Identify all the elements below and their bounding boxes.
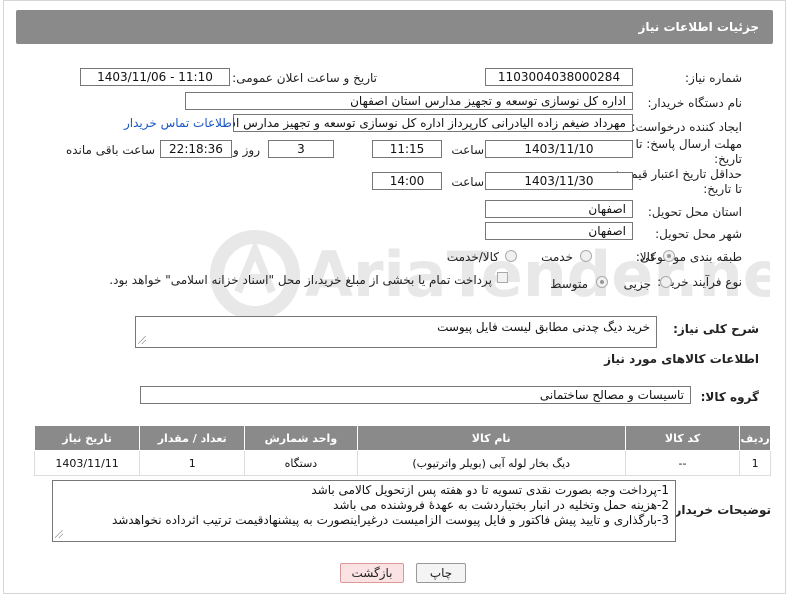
col-header-date: تاریخ نیاز <box>33 425 141 451</box>
reply-date-field: 1403/11/10 <box>485 140 633 158</box>
announce-label: تاریخ و ساعت اعلان عمومی: <box>232 71 377 85</box>
validity-time-label: ساعت <box>451 175 484 189</box>
col-header-row: ردیف <box>739 425 771 451</box>
buyer-field: اداره کل نوسازی توسعه و تجهیز مدارس استا… <box>185 92 633 110</box>
category-option-service: خدمت <box>541 250 573 264</box>
reply-time-label: ساعت <box>451 143 484 157</box>
province-field: اصفهان <box>485 200 633 218</box>
buyer-contact-link[interactable]: اطلاعات تماس خریدار <box>124 116 235 130</box>
category-radio-service[interactable] <box>580 250 592 262</box>
creator-label: ایجاد کننده درخواست: <box>631 120 742 134</box>
buyer-note-line-1: 1-پرداخت وجه بصورت نقدی تسویه تا دو هفته… <box>311 483 669 497</box>
resize-grip-icon <box>138 336 146 344</box>
validity-time-field: 14:00 <box>372 172 442 190</box>
reply-deadline-label: مهلت ارسال پاسخ: تا تاریخ: <box>635 137 742 166</box>
description-label: شرح کلی نیاز: <box>673 322 759 336</box>
category-radio-both[interactable] <box>505 250 517 262</box>
province-label: استان محل تحویل: <box>647 205 742 219</box>
table-row: 1 -- دیگ بخار لوله آبی (بویلر واترتیوب) … <box>33 450 771 476</box>
table-header-row: ردیف کد کالا نام کالا واحد شمارش تعداد /… <box>33 425 771 451</box>
cell-date: 1403/11/11 <box>33 450 141 476</box>
city-field: اصفهان <box>485 222 633 240</box>
announce-field: 1403/11/06 - 11:10 <box>80 68 230 86</box>
days-label: روز و <box>233 143 260 157</box>
purchase-radio-medium[interactable] <box>596 276 608 288</box>
category-radio-goods[interactable] <box>663 250 675 262</box>
buyer-notes-textarea[interactable]: 1-پرداخت وجه بصورت نقدی تسویه تا دو هفته… <box>52 480 676 542</box>
validity-date-field: 1403/11/30 <box>485 172 633 190</box>
purchase-option-medium: متوسط <box>550 277 588 291</box>
reply-time-field: 11:15 <box>372 140 442 158</box>
treasury-bond-note: پرداخت تمام یا بخشی از مبلغ خرید،از محل … <box>109 273 492 287</box>
print-button[interactable]: چاپ <box>416 563 466 583</box>
buyer-label: نام دستگاه خریدار: <box>647 96 743 110</box>
city-label: شهر محل تحویل: <box>655 227 742 241</box>
col-header-qty: تعداد / مقدار <box>139 425 246 451</box>
treasury-bond-checkbox[interactable] <box>497 272 508 283</box>
remaining-time-field: 22:18:36 <box>160 140 232 158</box>
cell-name: دیگ بخار لوله آبی (بویلر واترتیوب) <box>356 450 626 476</box>
page-header: جزئیات اطلاعات نیاز <box>16 10 773 44</box>
col-header-name: نام کالا <box>356 425 626 451</box>
cell-qty: 1 <box>139 450 246 476</box>
need-number-label: شماره نیاز: <box>685 71 742 85</box>
goods-table: ردیف کد کالا نام کالا واحد شمارش تعداد /… <box>33 425 771 476</box>
creator-field: مهرداد ضیغم زاده الیادرانی کارپرداز ادار… <box>233 114 633 132</box>
remaining-label: ساعت باقی مانده <box>65 143 155 157</box>
buyer-notes-label: توضیحات خریدار: <box>669 503 771 517</box>
cell-row-number: 1 <box>739 450 771 476</box>
category-option-goods: کالا <box>639 250 656 264</box>
purchase-option-minor: جزیی <box>623 277 651 291</box>
notes-resize-grip-icon <box>55 530 63 538</box>
need-number-field: 1103004038000284 <box>485 68 633 86</box>
back-button[interactable]: بازگشت <box>340 563 404 583</box>
buyer-note-line-3: 3-بارگذاری و تایید پیش فاکتور و فایل پیو… <box>111 513 669 527</box>
goods-group-label: گروه کالا: <box>700 390 759 404</box>
buyer-note-line-2: 2-هزینه حمل وتخلیه در انبار بختیاردشت به… <box>333 498 669 512</box>
col-header-code: کد کالا <box>624 425 741 451</box>
goods-group-field: تاسیسات و مصالح ساختمانی <box>140 386 691 404</box>
cell-unit: دستگاه <box>244 450 358 476</box>
days-field: 3 <box>268 140 334 158</box>
category-option-both: کالا/خدمت <box>446 250 499 264</box>
purchase-radio-minor[interactable] <box>660 276 672 288</box>
description-textarea[interactable]: خرید دیگ چدنی مطابق لیست فایل پیوست <box>135 316 657 348</box>
page-title: جزئیات اطلاعات نیاز <box>638 20 759 34</box>
cell-code: -- <box>624 450 741 476</box>
col-header-unit: واحد شمارش <box>244 425 358 451</box>
goods-section-title: اطلاعات کالاهای مورد نیاز <box>604 352 759 366</box>
